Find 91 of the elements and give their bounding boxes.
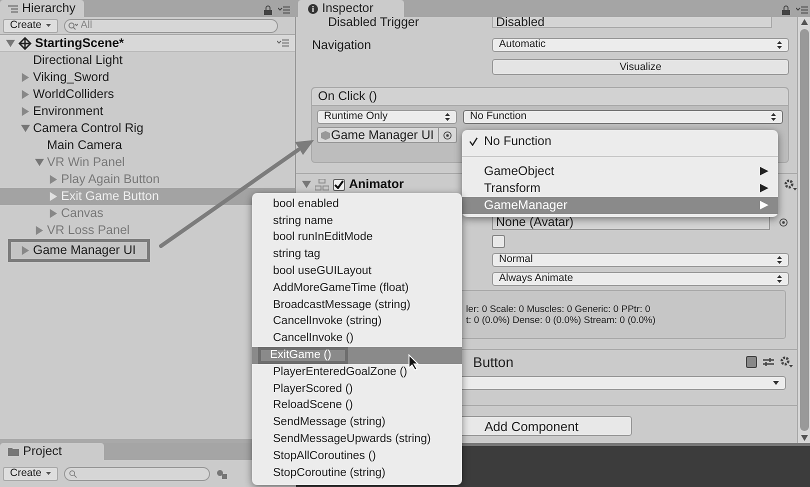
caret-icon: [773, 381, 779, 385]
folder-icon: [8, 447, 19, 456]
object-field[interactable]: Game Manager UI: [317, 127, 457, 143]
info-icon: [308, 4, 318, 14]
search-icon: [68, 22, 78, 30]
stepper-icon: [445, 113, 450, 121]
field-label: Navigation: [311, 36, 372, 54]
menu-item[interactable]: ReloadScene (): [252, 398, 462, 414]
menu-item[interactable]: StopCoroutine (string): [252, 464, 462, 482]
hierarchy-item[interactable]: Environment: [33, 102, 104, 121]
submenu-arrow: ▶: [760, 198, 768, 214]
hierarchy-tab[interactable]: Hierarchy: [0, 0, 84, 17]
search-field[interactable]: All: [64, 18, 278, 32]
hierarchy-item[interactable]: Game Manager UI: [33, 241, 136, 260]
menu-item[interactable]: StopAllCoroutines (): [252, 448, 462, 465]
inspector-tab[interactable]: Inspector: [298, 0, 404, 17]
lock-icon[interactable]: [782, 5, 790, 15]
component-title: Button: [473, 352, 514, 372]
stepper-icon: [777, 256, 782, 264]
navigation-dropdown[interactable]: Automatic: [492, 38, 789, 52]
enabled-checkbox[interactable]: [333, 178, 345, 190]
mouse-cursor-icon: [408, 354, 420, 372]
search-icon: [68, 470, 77, 478]
culling-mode-dropdown[interactable]: Always Animate: [492, 272, 789, 286]
list-icon: [8, 4, 18, 12]
expanded-triangle-icon[interactable]: [6, 38, 15, 48]
caret-icon: [46, 24, 51, 27]
stepper-icon: [771, 113, 776, 121]
expanded-triangle-icon[interactable]: [35, 158, 44, 167]
menu-item[interactable]: Transform ▶: [462, 180, 778, 197]
search-field[interactable]: [64, 466, 210, 480]
menu-icon[interactable]: [796, 6, 808, 14]
sliders-icon[interactable]: [763, 357, 774, 367]
info-text: ler: 0 Scale: 0 Muscles: 0 Generic: 0 PPtr: 0: [466, 304, 652, 314]
menu-item[interactable]: PlayerEnteredGoalZone (): [252, 364, 462, 381]
menu-item[interactable]: string tag: [252, 246, 462, 264]
lock-icon[interactable]: [264, 5, 272, 15]
text-field[interactable]: Disabled: [492, 17, 772, 28]
create-button[interactable]: Create: [3, 466, 58, 480]
menu-item[interactable]: BroadcastMessage (string): [252, 296, 462, 314]
stepper-icon: [777, 274, 782, 282]
event-title: On Click (): [318, 88, 378, 106]
menu-item[interactable]: bool useGUILayout: [252, 263, 462, 280]
root-motion-checkbox[interactable]: [492, 234, 505, 248]
menu-item[interactable]: bool enabled: [252, 196, 462, 213]
submenu-arrow: ▶: [760, 181, 768, 196]
expanded-triangle-icon[interactable]: [302, 180, 311, 189]
update-mode-dropdown[interactable]: Normal: [492, 252, 789, 266]
checkmark-icon: [468, 137, 478, 146]
field-label: Disabled Trigger: [327, 17, 420, 27]
visualize-button[interactable]: Visualize: [492, 59, 789, 75]
hierarchy-item[interactable]: Main Camera: [47, 136, 122, 155]
menu-item[interactable]: No Function: [462, 133, 778, 150]
component-title: Animator: [349, 176, 404, 194]
runtime-dropdown[interactable]: Runtime Only: [317, 110, 457, 124]
menu-icon[interactable]: [278, 6, 290, 14]
menu-item[interactable]: CancelInvoke (string): [252, 314, 462, 330]
object-picker-icon[interactable]: [443, 130, 452, 140]
hierarchy-item[interactable]: WorldColliders: [33, 85, 114, 104]
object-picker-icon[interactable]: [779, 218, 788, 227]
cube-icon: [320, 130, 331, 140]
submenu-arrow: ▶: [760, 164, 768, 180]
collapsed-triangle-icon[interactable]: [21, 246, 30, 255]
filter-icon[interactable]: [216, 468, 228, 478]
menu-item[interactable]: CancelInvoke (): [252, 330, 462, 348]
menu-icon[interactable]: [277, 39, 289, 47]
menu-item[interactable]: AddMoreGameTime (float): [252, 280, 462, 297]
hierarchy-item[interactable]: Directional Light: [33, 51, 123, 70]
up-arrow-icon[interactable]: [800, 19, 808, 25]
unity-logo-icon: [18, 36, 32, 50]
hierarchy-item[interactable]: Camera Control Rig: [33, 119, 144, 138]
info-text: t: 0 (0.0%) Dense: 0 (0.0%) Stream: 0 (0.0%): [466, 314, 657, 326]
menu-item[interactable]: PlayerScored (): [252, 380, 462, 398]
menu-item[interactable]: string name: [252, 212, 462, 230]
expanded-triangle-icon[interactable]: [21, 124, 30, 133]
book-icon[interactable]: [746, 356, 757, 368]
animator-icon: [315, 178, 329, 190]
function-dropdown[interactable]: No Function: [463, 110, 783, 124]
scene-row[interactable]: StartingScene*: [0, 35, 295, 52]
stepper-icon: [777, 41, 782, 49]
scene-name: StartingScene*: [35, 34, 125, 52]
gear-icon[interactable]: [784, 178, 797, 190]
menu-item[interactable]: bool runInEditMode: [252, 230, 462, 246]
hierarchy-item[interactable]: Viking_Sword: [33, 68, 110, 87]
scrollbar[interactable]: [797, 17, 810, 443]
caret-icon: [46, 472, 51, 475]
gear-icon[interactable]: [780, 356, 793, 368]
create-button[interactable]: Create: [3, 18, 58, 32]
down-arrow-icon[interactable]: [800, 435, 808, 441]
menu-item[interactable]: GameObject ▶: [462, 163, 778, 180]
project-tab[interactable]: Project: [0, 443, 104, 460]
